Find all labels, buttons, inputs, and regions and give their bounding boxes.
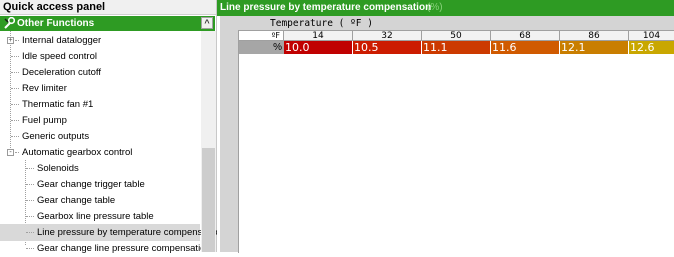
table-area: Temperature ( ºF ) ºF % 14 32 50 68 86 1… — [220, 16, 674, 253]
table-cell[interactable]: 12.6 — [629, 41, 674, 54]
table-cell[interactable]: 10.5 — [353, 41, 422, 54]
table-cell[interactable]: 11.1 — [422, 41, 491, 54]
tree-item-generic-outputs[interactable]: Generic outputs — [0, 128, 200, 145]
tree-item-label: Line pressure by temperature compensatio… — [37, 227, 223, 238]
table-editor: Line pressure by temperature compensatio… — [217, 0, 674, 253]
group-header-other-functions[interactable]: Other Functions ^ — [0, 16, 215, 31]
collapse-button[interactable]: ^ — [201, 17, 213, 29]
tree-item-label: Gear change line pressure compensation — [37, 243, 211, 254]
column-header: 14 — [284, 31, 353, 41]
tree-item-label: Solenoids — [37, 163, 79, 174]
column-header: 104 — [629, 31, 674, 41]
expand-icon[interactable]: + — [7, 37, 14, 44]
tree-item-label: Gearbox line pressure table — [37, 211, 154, 222]
table-cell[interactable]: 10.0 — [284, 41, 353, 54]
tree-item-label: Gear change table — [37, 195, 116, 206]
wrench-icon — [4, 17, 15, 29]
value-unit-corner: % — [239, 41, 284, 54]
tree-item-label: Internal datalogger — [22, 35, 102, 46]
editor-unit: (%) — [427, 2, 443, 13]
tree-item-gear-change-table[interactable]: Gear change table — [0, 192, 200, 209]
column-header: 32 — [353, 31, 422, 41]
tree-item-label: Deceleration cutoff — [22, 67, 102, 78]
scrollbar-thumb[interactable] — [202, 148, 215, 252]
tree-item-gearbox-line-pressure-table[interactable]: Gearbox line pressure table — [0, 208, 200, 225]
tree-item-label: Thermatic fan #1 — [22, 99, 94, 110]
tree-item-label: Generic outputs — [22, 131, 90, 142]
column-header: 86 — [560, 31, 629, 41]
tree-item-label: Automatic gearbox control — [22, 147, 133, 158]
tree-item-solenoids[interactable]: Solenoids — [0, 160, 200, 177]
axis-unit-corner: ºF — [239, 31, 284, 41]
axis-label: Temperature ( ºF ) — [270, 18, 373, 29]
panel-title: Quick access panel — [0, 0, 216, 15]
tree-item-thermatic-fan[interactable]: Thermatic fan #1 — [0, 96, 200, 113]
tree-item-label: Idle speed control — [22, 51, 97, 62]
table-cell[interactable]: 11.6 — [491, 41, 560, 54]
function-tree: + Internal datalogger Idle speed control… — [0, 31, 223, 254]
collapse-icon[interactable]: - — [7, 149, 14, 156]
tree-item-automatic-gearbox-control[interactable]: - Automatic gearbox control — [0, 144, 200, 161]
group-label: Other Functions — [17, 18, 95, 29]
tree-item-label: Gear change trigger table — [37, 179, 145, 190]
tree-item-label: Rev limiter — [22, 83, 67, 94]
tree-item-label: Fuel pump — [22, 115, 67, 126]
tree-item-deceleration-cutoff[interactable]: Deceleration cutoff — [0, 64, 200, 81]
tree-scrollbar[interactable] — [201, 31, 216, 252]
tree-item-idle-speed-control[interactable]: Idle speed control — [0, 48, 200, 65]
tree-item-gear-change-line-pressure-compensation[interactable]: Gear change line pressure compensation — [0, 240, 211, 257]
quick-access-panel: Quick access panel Other Functions ^ + I… — [0, 0, 223, 254]
table-grid: ºF % 14 32 50 68 86 104 10.0 10.5 11.1 1… — [238, 30, 674, 253]
tree-item-internal-datalogger[interactable]: + Internal datalogger — [0, 32, 200, 49]
tree-item-gear-change-trigger-table[interactable]: Gear change trigger table — [0, 176, 200, 193]
editor-title-bar: Line pressure by temperature compensatio… — [217, 0, 674, 16]
tree-item-line-pressure-by-temperature-compensation[interactable]: Line pressure by temperature compensatio… — [0, 224, 223, 241]
table-cell[interactable]: 12.1 — [560, 41, 629, 54]
tree-item-fuel-pump[interactable]: Fuel pump — [0, 112, 200, 129]
column-header: 68 — [491, 31, 560, 41]
tree-item-rev-limiter[interactable]: Rev limiter — [0, 80, 200, 97]
column-header: 50 — [422, 31, 491, 41]
editor-title: Line pressure by temperature compensatio… — [220, 2, 432, 13]
